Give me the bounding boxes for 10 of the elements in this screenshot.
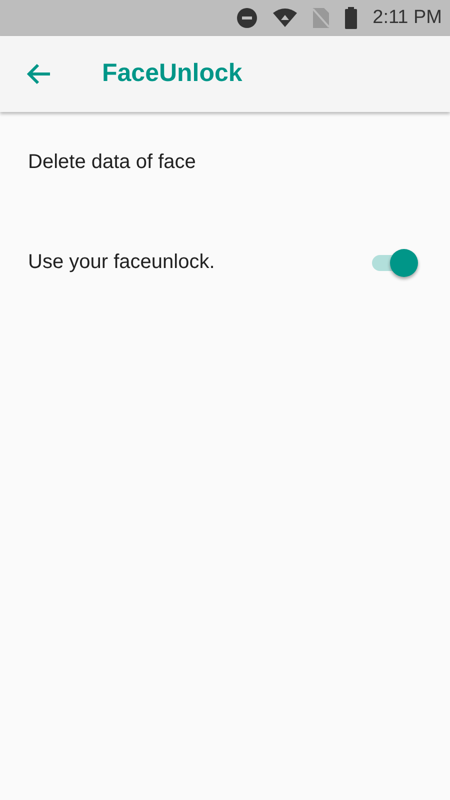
wifi-icon [272,8,297,28]
no-sim-icon [312,8,329,28]
battery-icon [344,7,357,29]
setting-label: Use your faceunlock. [28,250,215,275]
app-bar-title: FaceUnlock [102,58,242,90]
toggle-switch[interactable] [370,247,420,277]
back-button[interactable] [26,63,52,85]
do-not-disturb-icon [236,8,257,28]
status-time: 2:11 PM [372,6,442,30]
setting-item[interactable]: Delete data of face [28,147,196,177]
